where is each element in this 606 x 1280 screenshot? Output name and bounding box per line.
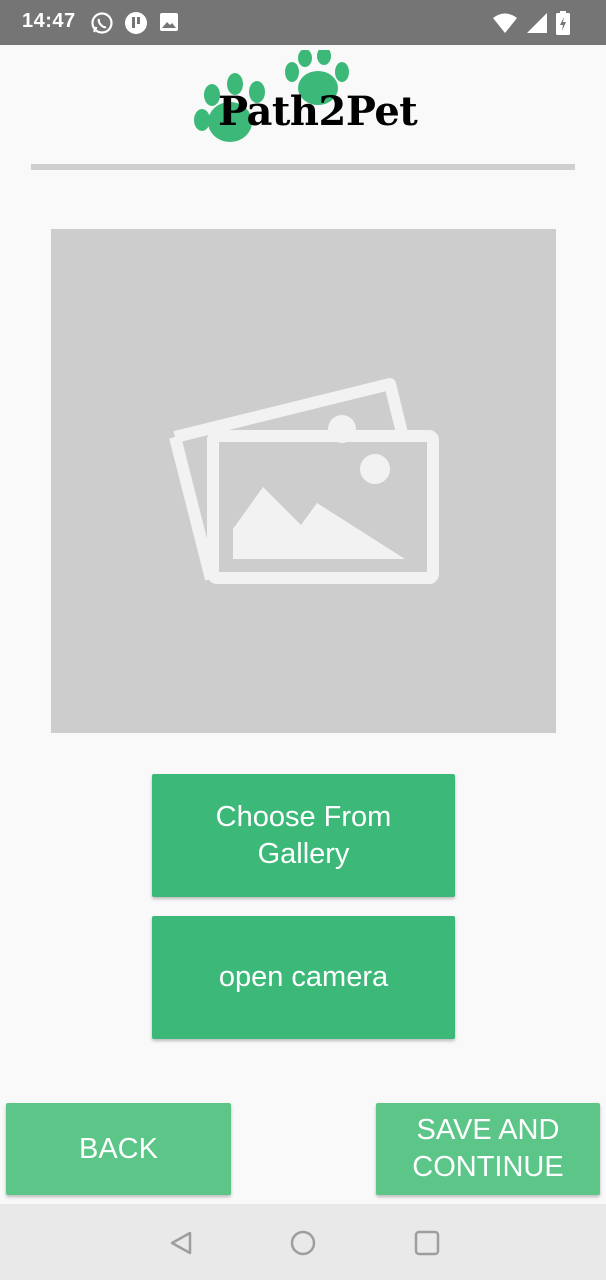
photo-preview: [51, 229, 556, 733]
back-nav-icon[interactable]: [168, 1230, 194, 1261]
back-button-label: BACK: [79, 1132, 158, 1165]
status-time: 14:47: [22, 10, 76, 32]
camera-button-label: open camera: [218, 961, 389, 993]
image-notification-icon: [158, 11, 180, 40]
whatsapp-icon: [90, 11, 114, 40]
status-bar: 14:47: [0, 0, 606, 45]
battery-charging-icon: [556, 11, 570, 40]
choose-from-gallery-button[interactable]: Choose From Gallery: [152, 774, 455, 897]
signal-icon: [526, 12, 548, 39]
app-logo: Path2Pet: [190, 50, 418, 150]
wifi-icon: [492, 12, 518, 39]
app-notification-icon: [124, 11, 148, 40]
save-button-line1: SAVE AND: [416, 1114, 560, 1146]
header-divider: [31, 164, 575, 170]
back-button[interactable]: BACK: [6, 1103, 231, 1195]
recents-nav-icon[interactable]: [414, 1230, 440, 1261]
status-left-icons: [90, 11, 180, 40]
save-button-line2: CONTINUE: [412, 1151, 564, 1183]
logo-text: Path2Pet: [218, 88, 418, 135]
save-and-continue-button[interactable]: SAVE AND CONTINUE: [376, 1103, 600, 1195]
gallery-button-line1: Choose From: [215, 800, 392, 833]
home-nav-icon[interactable]: [290, 1230, 316, 1261]
gallery-button-line2: Gallery: [257, 837, 350, 870]
open-camera-button[interactable]: open camera: [152, 916, 455, 1039]
status-right-icons: [492, 11, 570, 40]
system-nav-bar: [0, 1204, 606, 1280]
image-placeholder-icon: [169, 378, 439, 584]
